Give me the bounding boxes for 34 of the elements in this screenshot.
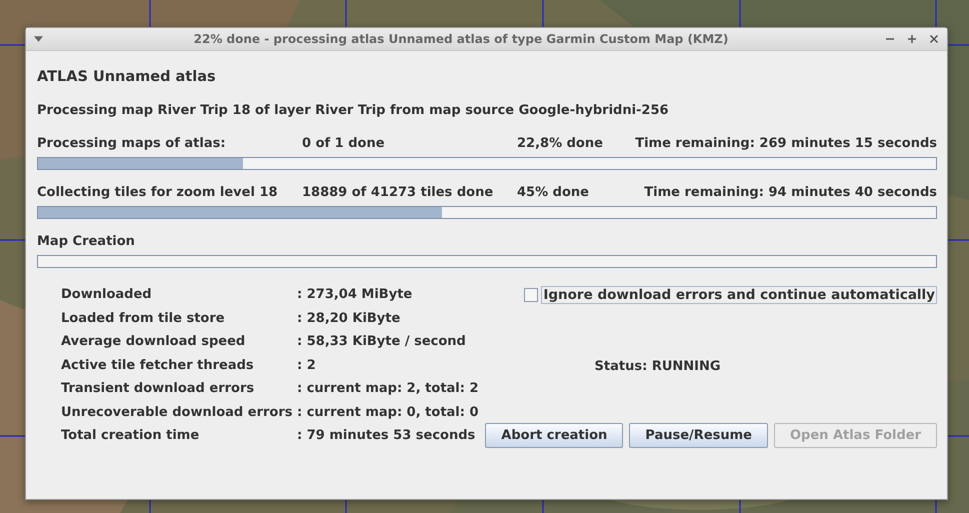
time-remaining: Time remaining: 94 minutes 40 seconds bbox=[644, 185, 937, 202]
stat-label: Total creation time bbox=[61, 427, 200, 446]
progress-percent: 45% done bbox=[517, 185, 590, 202]
close-icon[interactable] bbox=[929, 34, 939, 44]
stat-label: Downloaded bbox=[61, 286, 153, 304]
checkbox[interactable] bbox=[524, 288, 538, 302]
stat-value: : current map: 2, total: 2 bbox=[297, 380, 479, 398]
stat-value: : 28,20 KiByte bbox=[297, 310, 402, 328]
stat-value: : 2 bbox=[297, 356, 317, 375]
stat-label: Transient download errors bbox=[61, 380, 256, 398]
stat-value: : 79 minutes 53 seconds bbox=[297, 427, 476, 446]
status-text: Status: RUNNING bbox=[594, 359, 721, 374]
stat-value: : current map: 0, total: 0 bbox=[297, 404, 479, 422]
stat-label: Loaded from tile store bbox=[61, 310, 226, 328]
progress-count: 18889 of 41273 tiles done bbox=[302, 185, 494, 202]
processing-text: Processing map River Trip 18 of layer River Trip from map source Google-hybridni-256 bbox=[37, 103, 670, 118]
time-remaining: Time remaining: 269 minutes 15 seconds bbox=[635, 136, 937, 153]
progress-count: 0 of 1 done bbox=[302, 136, 386, 153]
stat-label: Average download speed bbox=[61, 333, 246, 352]
dialog-button[interactable]: Pause/Resume bbox=[629, 423, 768, 448]
checkbox-label[interactable]: Ignore download errors and continue automatically bbox=[541, 286, 937, 304]
progress-label: Collecting tiles for zoom level 18 bbox=[37, 185, 279, 202]
progress-label: Processing maps of atlas: bbox=[37, 136, 227, 153]
progress-percent: 22,8% done bbox=[517, 136, 604, 153]
maximize-icon[interactable] bbox=[907, 34, 917, 44]
atlas-heading: ATLAS Unnamed atlas bbox=[37, 69, 217, 85]
window-title: 22% done - processing atlas Unnamed atlas of type Garmin Custom Map (KMZ) bbox=[192, 32, 730, 46]
stat-label: Active tile fetcher threads bbox=[61, 356, 255, 375]
stat-label: Unrecoverable download errors bbox=[61, 404, 294, 422]
menu-icon[interactable] bbox=[34, 36, 43, 42]
stat-value: : 58,33 KiByte / second bbox=[297, 333, 467, 352]
dialog-button[interactable]: Abort creation bbox=[485, 423, 624, 448]
progress-label: Map Creation bbox=[37, 234, 136, 251]
stat-value: : 273,04 MiByte bbox=[297, 286, 414, 304]
